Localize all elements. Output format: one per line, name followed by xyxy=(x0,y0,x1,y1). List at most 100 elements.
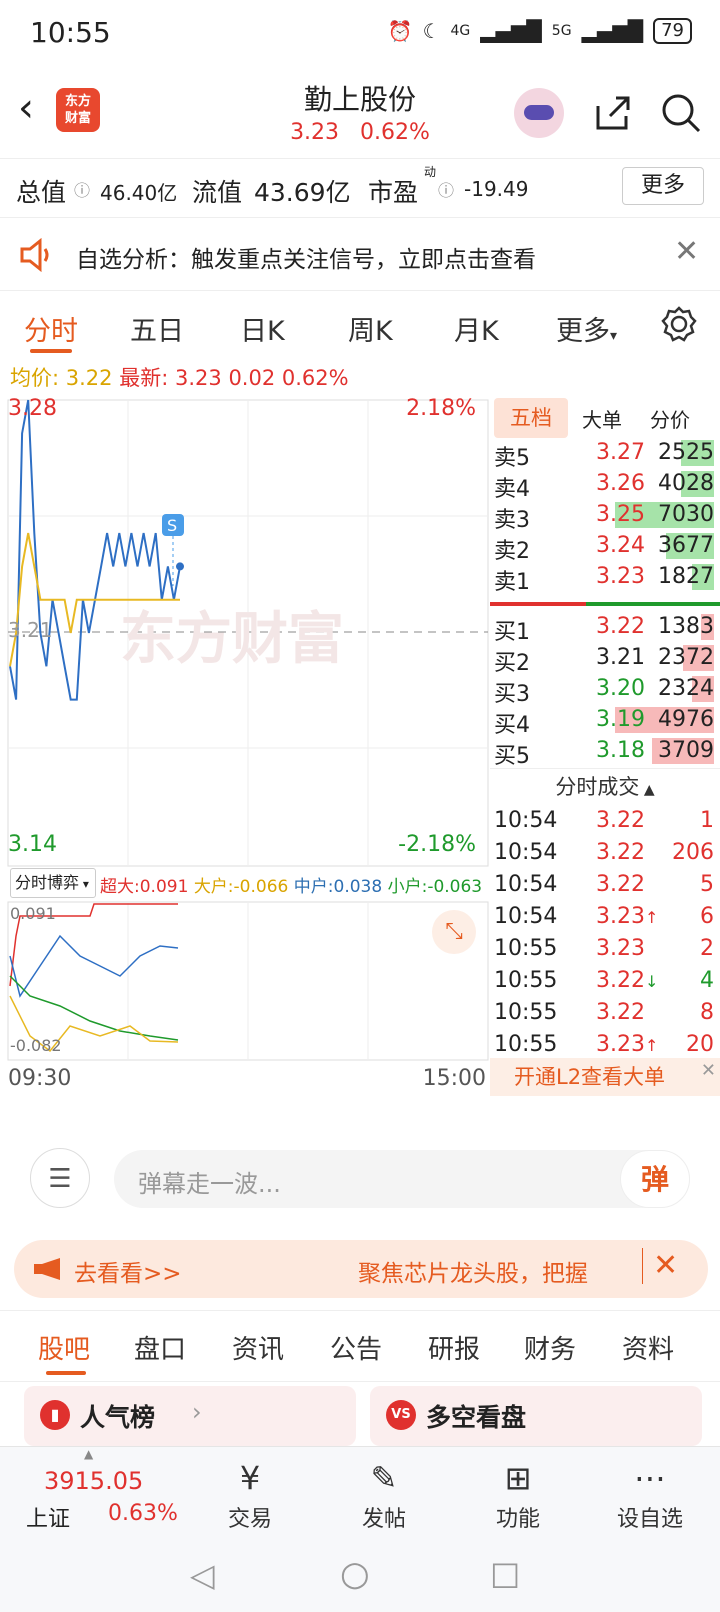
level-price: 3.26 xyxy=(596,471,645,496)
danmaku-input[interactable]: 弹幕走一波... 弹 xyxy=(114,1150,690,1208)
book-tab-price-dist[interactable]: 分价 xyxy=(650,404,690,433)
bid-level[interactable]: 买5 3.18 3709 xyxy=(490,736,720,769)
nav-watchlist[interactable]: ⋯ 设自选 xyxy=(600,1447,700,1533)
pct-max-label: 2.18% xyxy=(406,396,476,421)
level-volume: 7030 xyxy=(658,502,714,527)
bid-level[interactable]: 买1 3.22 1383 xyxy=(490,612,720,645)
level-price: 3.25 xyxy=(596,502,645,527)
nav-post[interactable]: ✎ 发帖 xyxy=(334,1447,434,1533)
notice-bar[interactable]: 自选分析：触发重点关注信号，立即点击查看 ✕ xyxy=(0,222,720,288)
book-tab-five-level[interactable]: 五档 xyxy=(494,398,568,438)
vs-icon: VS xyxy=(386,1400,416,1430)
signal-bars-icon-2: ▂▄▆█ xyxy=(581,19,644,43)
search-icon[interactable] xyxy=(660,92,702,134)
subtab-financials[interactable]: 财务 xyxy=(524,1329,576,1366)
info-icon-2[interactable]: ⓘ xyxy=(438,177,454,201)
bid-level[interactable]: 买3 3.20 2324 xyxy=(490,674,720,707)
trade-time: 10:55 xyxy=(494,936,558,961)
index-ticker[interactable]: ▲ 3915.05 上证 0.63% xyxy=(0,1447,190,1541)
bottom-nav: ▲ 3915.05 上证 0.63% ¥ 交易 ✎ 发帖 ⊞ 功能 ⋯ 设自选 xyxy=(0,1446,720,1540)
promo-banner[interactable]: 去看看>> 聚焦芯片龙头股，把握 ✕ xyxy=(14,1240,708,1298)
signal-4g-icon: 4G xyxy=(450,23,471,39)
danmaku-send-button[interactable]: 弹 xyxy=(620,1150,690,1208)
chart-svg: 东方财富 S xyxy=(7,399,489,1061)
danmaku-bar: ☰ 弹幕走一波... 弹 xyxy=(0,1144,720,1214)
l2-banner[interactable]: 开通L2查看大单 ✕ xyxy=(490,1058,720,1096)
close-icon[interactable]: ✕ xyxy=(642,1248,678,1284)
more-button[interactable]: 更多 xyxy=(622,167,704,205)
trades-header[interactable]: 分时成交 ▲ xyxy=(490,768,720,804)
subtab-orderbook[interactable]: 盘口 xyxy=(134,1329,186,1366)
tab-more[interactable]: 更多▾ xyxy=(556,309,617,348)
total-value-label: 总值 xyxy=(16,178,67,207)
expand-icon[interactable]: ⤡ xyxy=(432,910,476,954)
latest-label: 最新: xyxy=(119,366,169,390)
subtab-research[interactable]: 研报 xyxy=(428,1329,480,1366)
nav-watchlist-label: 设自选 xyxy=(616,1507,683,1532)
tab-more-label: 更多 xyxy=(556,316,610,347)
home-circle-icon[interactable]: ○ xyxy=(340,1554,370,1594)
tab-five-day[interactable]: 五日 xyxy=(130,309,184,348)
promo-text: 聚焦芯片龙头股，把握 xyxy=(358,1261,588,1287)
settings-gear-icon[interactable] xyxy=(660,305,698,343)
tab-daily-k[interactable]: 日K xyxy=(240,309,285,348)
ask-level[interactable]: 卖5 3.27 2525 xyxy=(490,438,720,471)
ask-level[interactable]: 卖3 3.25 7030 xyxy=(490,500,720,533)
latest-value: 3.23 xyxy=(174,366,222,390)
tab-intraday[interactable]: 分时 xyxy=(24,309,78,348)
time-start-label: 09:30 xyxy=(8,1066,72,1091)
level-volume: 2324 xyxy=(658,676,714,701)
metrics-row: 总值 ⓘ 46.40亿 流值 43.69亿 市盈 动 ⓘ -19.49 更多 xyxy=(0,158,720,218)
megaphone-icon xyxy=(34,1258,60,1280)
flow-big-value: 0.091 xyxy=(139,877,189,897)
tab-monthly-k[interactable]: 月K xyxy=(454,309,499,348)
trade-time: 10:55 xyxy=(494,968,558,993)
subtab-news[interactable]: 资讯 xyxy=(232,1329,284,1366)
flow-selector[interactable]: 分时博弈 ▾ xyxy=(10,868,96,898)
l2-banner-text: 开通L2查看大单 xyxy=(514,1065,666,1089)
nav-trade[interactable]: ¥ 交易 xyxy=(200,1447,300,1533)
popularity-card[interactable]: ▮ 人气榜 › xyxy=(24,1386,356,1446)
nav-functions[interactable]: ⊞ 功能 xyxy=(468,1447,568,1533)
book-tab-big-orders[interactable]: 大单 xyxy=(582,404,622,433)
share-icon[interactable] xyxy=(592,92,632,132)
recents-square-icon[interactable]: □ xyxy=(490,1554,520,1592)
ask-level[interactable]: 卖2 3.24 3677 xyxy=(490,531,720,564)
trade-row: 10:54 3.22 206 xyxy=(490,838,720,868)
bull-bear-card[interactable]: VS 多空看盘 xyxy=(370,1386,702,1446)
subtab-profile[interactable]: 资料 xyxy=(622,1329,674,1366)
subtab-announcements[interactable]: 公告 xyxy=(330,1329,382,1366)
intraday-chart[interactable]: 东方财富 S 3.28 2.18% 3.21 3.14 -2.18% 分时博弈 … xyxy=(0,396,490,1130)
speaker-icon xyxy=(20,238,49,272)
ask-bid-divider-red xyxy=(490,602,586,606)
tab-weekly-k[interactable]: 周K xyxy=(348,309,393,348)
flow-max-label: 0.091 xyxy=(10,904,56,923)
bid-level[interactable]: 买4 3.19 4976 xyxy=(490,705,720,738)
trade-time: 10:55 xyxy=(494,1000,558,1025)
trade-price: 3.23 xyxy=(596,936,645,961)
trade-row: 10:54 3.22 5 xyxy=(490,870,720,900)
pct-min-label: -2.18% xyxy=(398,832,476,857)
chart-bar-icon: ▮ xyxy=(40,1400,70,1430)
pe-value: -19.49 xyxy=(464,177,529,201)
ask-level[interactable]: 卖1 3.23 1827 xyxy=(490,562,720,595)
back-triangle-icon[interactable]: ◁ xyxy=(190,1556,215,1594)
trade-price: 3.22 xyxy=(596,1000,645,1025)
close-icon[interactable]: ✕ xyxy=(701,1052,716,1090)
subtab-forum[interactable]: 股吧 xyxy=(38,1329,90,1366)
arrow-up-icon: ↑ xyxy=(644,908,659,927)
chevron-right-icon: › xyxy=(192,1398,202,1426)
arrow-down-icon: ↓ xyxy=(644,972,659,991)
flow-mid-value: 0.038 xyxy=(333,877,383,897)
signal-bars-icon: ▂▄▆█ xyxy=(480,19,542,43)
promo-link[interactable]: 去看看>> xyxy=(74,1254,182,1288)
bid-level[interactable]: 买2 3.21 2372 xyxy=(490,643,720,676)
assistant-robot-icon[interactable] xyxy=(514,88,564,138)
flow-big-label: 超大: xyxy=(100,877,140,897)
close-icon[interactable]: ✕ xyxy=(674,234,699,269)
danmaku-settings-icon[interactable]: ☰ xyxy=(30,1148,90,1208)
trade-volume: 1 xyxy=(700,808,714,833)
ask-level[interactable]: 卖4 3.26 4028 xyxy=(490,469,720,502)
info-icon[interactable]: ⓘ xyxy=(74,177,90,201)
popularity-title: 人气榜 xyxy=(80,1403,156,1432)
